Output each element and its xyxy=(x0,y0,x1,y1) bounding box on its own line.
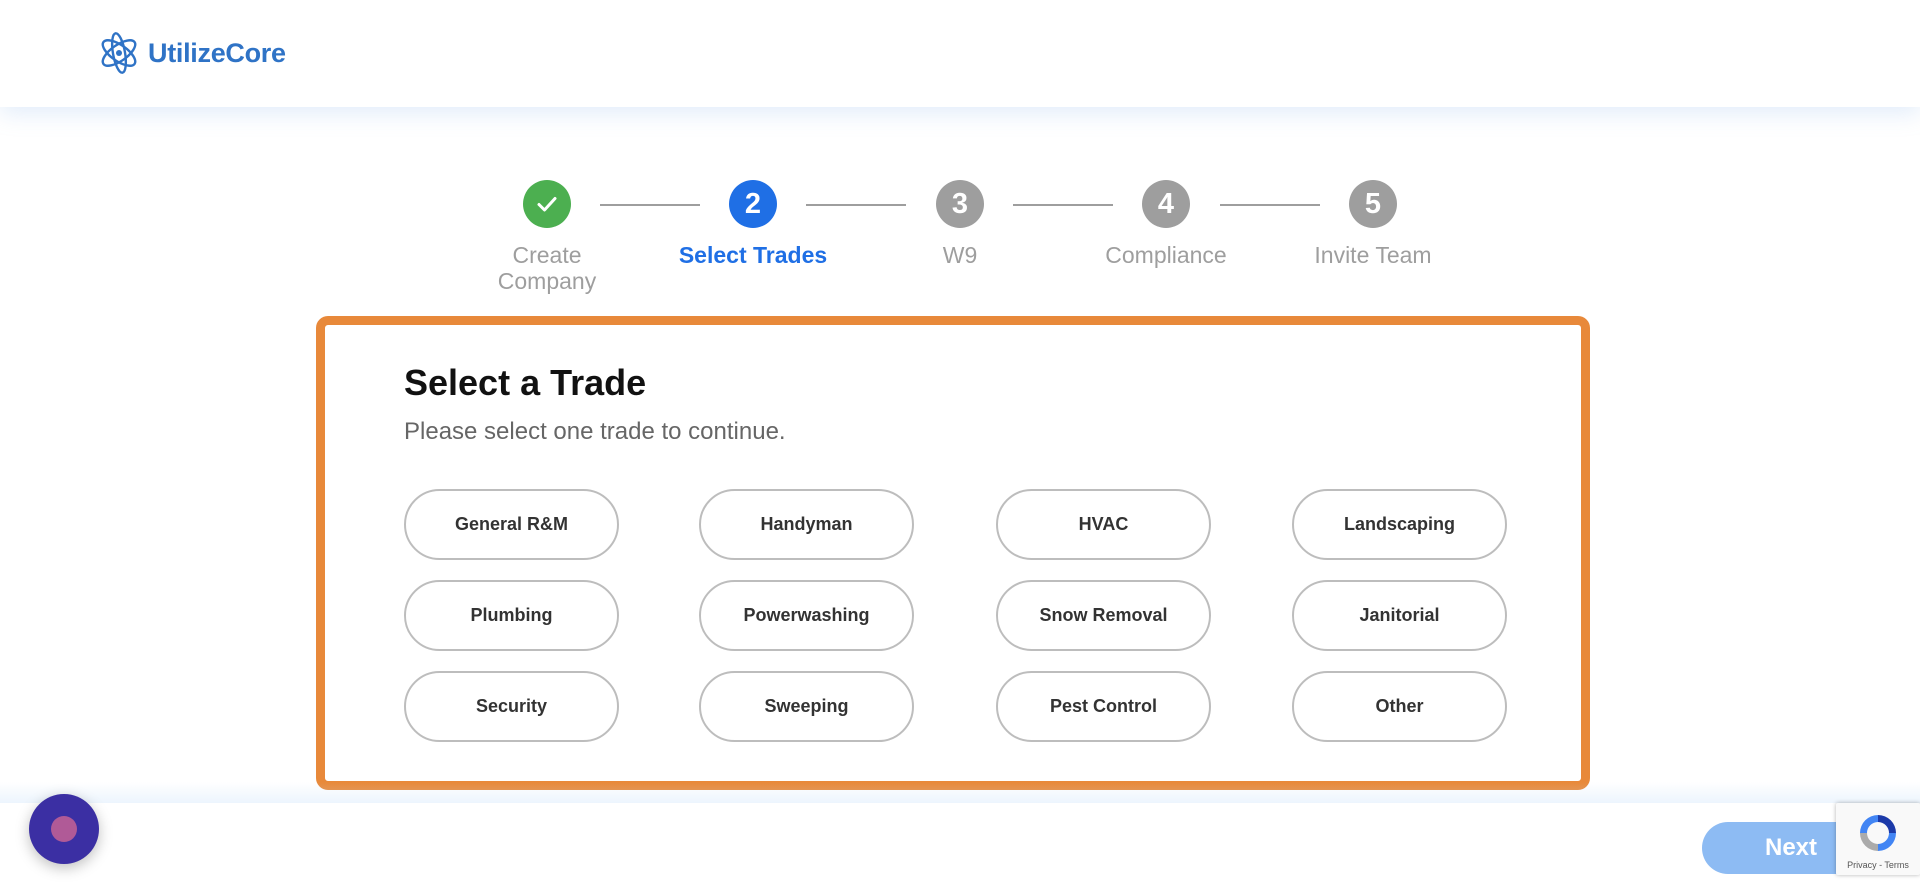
chat-bubble-icon xyxy=(51,816,77,842)
step-2-circle: 2 xyxy=(729,180,777,228)
atom-orbit-icon xyxy=(101,32,137,74)
trade-button-hvac[interactable]: HVAC xyxy=(996,489,1211,560)
logo-text: UtilizeCore xyxy=(148,37,286,68)
step-w9[interactable]: 3 W9 xyxy=(860,180,1060,268)
checkmark-icon xyxy=(537,197,557,212)
step-4-circle: 4 xyxy=(1142,180,1190,228)
page-subtitle: Please select one trade to continue. xyxy=(404,418,786,445)
step-compliance[interactable]: 4 Compliance xyxy=(1066,180,1266,268)
step-1-label: Create Company xyxy=(447,242,647,294)
trade-button-security[interactable]: Security xyxy=(404,671,619,742)
step-select-trades[interactable]: 2 Select Trades xyxy=(653,180,853,268)
top-bar: UtilizeCore xyxy=(0,0,1920,107)
trade-button-pest-control[interactable]: Pest Control xyxy=(996,671,1211,742)
recaptcha-icon xyxy=(1860,815,1896,851)
footer-shadow xyxy=(0,782,1920,804)
step-1-label-line1: Create xyxy=(512,242,582,268)
progress-stepper: Create Company 2 Select Trades 3 W9 4 Co… xyxy=(0,180,1920,300)
recaptcha-links[interactable]: Privacy - Terms xyxy=(1836,860,1920,870)
step-1-circle xyxy=(523,180,571,228)
recaptcha-badge[interactable]: Privacy - Terms xyxy=(1836,803,1920,875)
step-create-company[interactable]: Create Company xyxy=(447,180,647,294)
step-3-label: W9 xyxy=(942,242,978,268)
trade-button-general-rm[interactable]: General R&M xyxy=(404,489,619,560)
step-invite-team[interactable]: 5 Invite Team xyxy=(1273,180,1473,268)
step-2-label: Select Trades xyxy=(678,242,828,268)
trade-button-sweeping[interactable]: Sweeping xyxy=(699,671,914,742)
step-5-circle: 5 xyxy=(1349,180,1397,228)
step-1-label-line2: Company xyxy=(497,268,597,294)
chat-launcher-button[interactable] xyxy=(29,794,99,864)
trade-button-landscaping[interactable]: Landscaping xyxy=(1292,489,1507,560)
footer-bar xyxy=(0,803,1920,893)
trade-button-other[interactable]: Other xyxy=(1292,671,1507,742)
logo[interactable]: UtilizeCore xyxy=(98,30,286,76)
step-5-label: Invite Team xyxy=(1314,242,1432,268)
trade-button-plumbing[interactable]: Plumbing xyxy=(404,580,619,651)
trade-button-powerwashing[interactable]: Powerwashing xyxy=(699,580,914,651)
step-4-label: Compliance xyxy=(1105,242,1227,268)
step-3-circle: 3 xyxy=(936,180,984,228)
trade-button-snow-removal[interactable]: Snow Removal xyxy=(996,580,1211,651)
trade-button-handyman[interactable]: Handyman xyxy=(699,489,914,560)
trade-button-janitorial[interactable]: Janitorial xyxy=(1292,580,1507,651)
page-title: Select a Trade xyxy=(404,362,647,403)
